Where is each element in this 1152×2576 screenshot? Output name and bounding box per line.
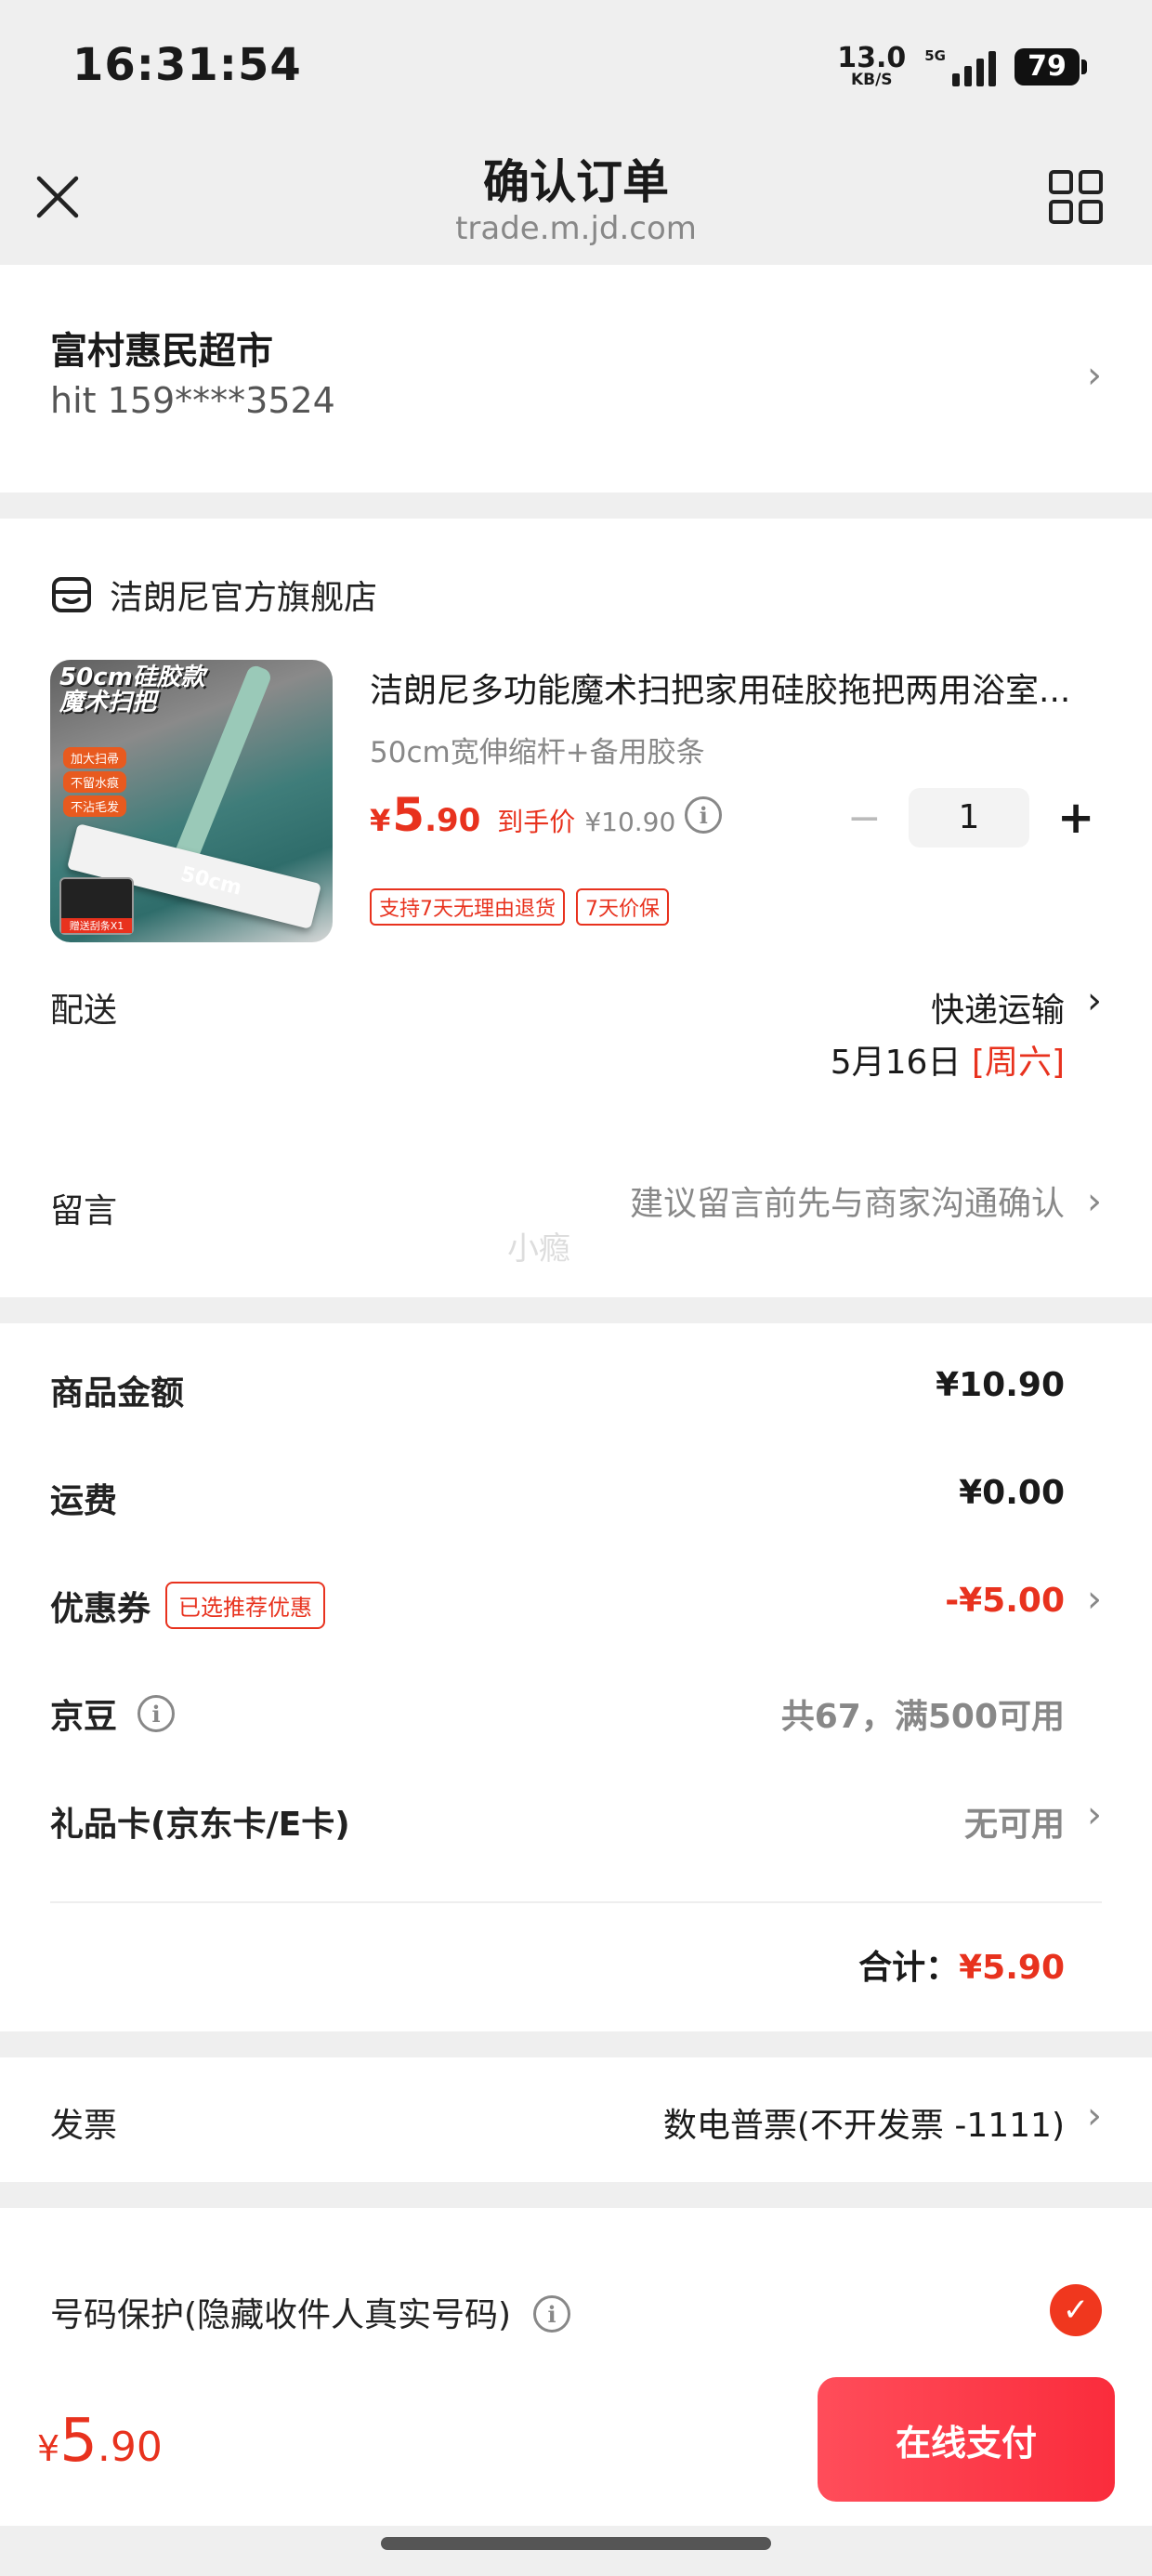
- delivery-label: 配送: [50, 992, 118, 1030]
- image-gift: 赠送刮条X1: [59, 877, 134, 935]
- goods-amount-label: 商品金额: [50, 1374, 185, 1413]
- message-label: 留言: [50, 1192, 118, 1230]
- product-price: ¥ 5 .90 到手价 ¥10.90 i: [370, 788, 723, 842]
- product-image[interactable]: 50cm硅胶款 魔术扫把 加大扫帚 不留水痕 不沾毛发 50cm 赠送刮条X1: [50, 660, 333, 942]
- info-icon[interactable]: i: [533, 2295, 570, 2333]
- delivery-date-text: 5月16日: [830, 1044, 962, 1082]
- order-item-card: 洁朗尼官方旗舰店 50cm硅胶款 魔术扫把 加大扫帚 不留水痕 不沾毛发 50cm…: [0, 519, 1152, 1297]
- quantity-minus-button[interactable]: −: [847, 795, 882, 842]
- footer-price-integer: 5: [59, 2407, 98, 2476]
- invoice-card[interactable]: 发票 数电普票(不开发票 -1111) ›: [0, 2057, 1152, 2182]
- service-tag: 7天价保: [576, 888, 669, 926]
- chevron-right-icon: ›: [1087, 1180, 1102, 1223]
- image-gift-label: 赠送刮条X1: [61, 918, 132, 933]
- service-tag: 支持7天无理由退货: [370, 888, 565, 926]
- jingdou-label: 京豆: [50, 1698, 118, 1736]
- grid-icon[interactable]: [1048, 169, 1104, 225]
- status-time: 16:31:54: [72, 39, 302, 91]
- giftcard-label: 礼品卡(京东卡/E卡): [50, 1806, 350, 1844]
- divider: [50, 1901, 1102, 1903]
- page-url: trade.m.jd.com: [455, 210, 697, 247]
- product-title[interactable]: 洁朗尼多功能魔术扫把家用硅胶拖把两用浴室...: [370, 664, 1094, 712]
- nav-bar: 确认订单 trade.m.jd.com: [0, 139, 1152, 265]
- status-indicators: 13.0 KB/S 5G 79: [837, 45, 1087, 88]
- signal-icon: 5G: [924, 47, 996, 86]
- service-tags: 支持7天无理由退货 7天价保: [370, 888, 669, 926]
- shop-header[interactable]: 洁朗尼官方旗舰店: [50, 571, 377, 619]
- price-label: 到手价: [497, 807, 576, 837]
- shipping-value: ¥0.00: [959, 1474, 1065, 1512]
- shipping-label: 运费: [50, 1482, 118, 1520]
- delivery-date[interactable]: 5月16日 [周六]: [831, 1035, 1065, 1084]
- footer-total-price: ¥ 5 .90: [37, 2407, 163, 2476]
- delivery-method[interactable]: 快递运输: [931, 983, 1065, 1032]
- gesture-area: [0, 2526, 1152, 2576]
- quantity-input[interactable]: 1: [909, 788, 1029, 848]
- shop-name: 洁朗尼官方旗舰店: [110, 579, 378, 617]
- image-pill-3: 不沾毛发: [63, 795, 127, 817]
- image-text-2: 魔术扫把: [59, 689, 157, 717]
- receiver-name: 富村惠民超市: [50, 330, 273, 373]
- image-text-1: 50cm硅胶款: [59, 664, 205, 691]
- goods-amount-value: ¥10.90: [936, 1366, 1065, 1404]
- footer-price-decimal: .90: [97, 2424, 163, 2471]
- receiver-phone: hit 159****3524: [50, 380, 335, 421]
- chevron-right-icon: ›: [1087, 2095, 1102, 2137]
- price-summary-card: 商品金额 ¥10.90 运费 ¥0.00 优惠券 已选推荐优惠 -¥5.00 ›…: [0, 1323, 1152, 2031]
- jingdou-value: 共67，满500可用: [780, 1698, 1065, 1736]
- checkout-bar: ¥ 5 .90 在线支付: [0, 2351, 1152, 2576]
- info-icon[interactable]: i: [137, 1695, 175, 1732]
- battery-icon: 79: [1015, 47, 1087, 85]
- total-value: ¥5.90: [959, 1949, 1065, 1987]
- net-speed-value: 13.0: [837, 42, 907, 74]
- coupon-badge: 已选推荐优惠: [165, 1582, 325, 1629]
- chevron-right-icon: ›: [1087, 1578, 1102, 1621]
- watermark: 小瘾: [507, 1230, 570, 1268]
- privacy-card: 号码保护(隐藏收件人真实号码) i ✓: [0, 2208, 1152, 2357]
- giftcard-value[interactable]: 无可用: [964, 1797, 1065, 1846]
- coupon-value[interactable]: -¥5.00: [945, 1582, 1065, 1620]
- coupon-label: 优惠券: [50, 1590, 151, 1628]
- image-pill-2: 不留水痕: [63, 771, 127, 793]
- invoice-label: 发票: [50, 2107, 118, 2145]
- price-integer: 5: [392, 788, 425, 842]
- footer-price-symbol: ¥: [37, 2428, 60, 2469]
- network-type: 5G: [924, 46, 946, 64]
- privacy-label: 号码保护(隐藏收件人真实号码): [50, 2296, 512, 2334]
- quantity-stepper: − 1 +: [847, 788, 1094, 848]
- price-symbol: ¥: [370, 803, 391, 838]
- total-row: 合计：¥5.90: [858, 1940, 1065, 1989]
- net-speed: 13.0 KB/S: [837, 45, 906, 88]
- chevron-right-icon: ›: [1087, 354, 1102, 397]
- chevron-right-icon: ›: [1087, 979, 1102, 1022]
- chevron-right-icon: ›: [1087, 1794, 1102, 1836]
- privacy-checkbox[interactable]: ✓: [1050, 2284, 1102, 2336]
- price-decimal: .90: [425, 802, 481, 839]
- page-title: 确认订单: [483, 155, 669, 209]
- quantity-plus-button[interactable]: +: [1057, 792, 1094, 844]
- original-price: ¥10.90: [584, 807, 676, 837]
- delivery-weekday: [周六]: [971, 1044, 1065, 1082]
- battery-level: 79: [1015, 47, 1080, 85]
- message-input[interactable]: 建议留言前先与商家沟通确认: [630, 1176, 1065, 1225]
- net-speed-unit: KB/S: [850, 71, 893, 89]
- home-indicator[interactable]: [381, 2537, 771, 2550]
- image-pill-1: 加大扫帚: [63, 747, 127, 769]
- pay-online-button[interactable]: 在线支付: [818, 2377, 1115, 2502]
- total-label: 合计：: [858, 1949, 960, 1987]
- product-spec: 50cm宽伸缩杆+备用胶条: [370, 736, 705, 769]
- status-bar: 16:31:54 13.0 KB/S 5G 79: [0, 0, 1152, 139]
- invoice-value: 数电普票(不开发票 -1111): [662, 2107, 1065, 2145]
- shop-icon: [52, 577, 91, 612]
- info-icon[interactable]: i: [685, 796, 723, 834]
- address-card[interactable]: 富村惠民超市 hit 159****3524 ›: [0, 265, 1152, 493]
